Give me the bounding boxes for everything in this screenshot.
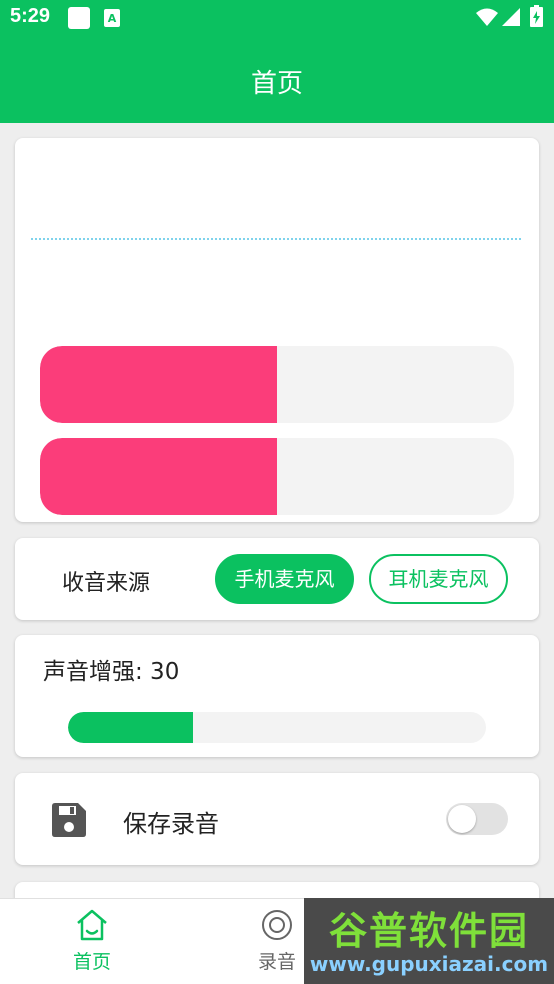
volume-boost-fill — [68, 712, 194, 743]
phone-mic-option[interactable]: 手机麦克风 — [215, 554, 354, 604]
status-time: 5:29 — [10, 5, 51, 27]
nav-record[interactable]: 录音 — [242, 909, 312, 974]
toggle-knob — [448, 805, 476, 833]
level-meter-right — [40, 438, 514, 515]
notification-square-icon — [68, 7, 90, 33]
watermark-logo: 谷普软件园 www.gupuxiazai.com — [304, 898, 554, 984]
watermark-url: www.gupuxiazai.com — [309, 952, 549, 976]
app-toolbar: 首页 — [0, 36, 554, 123]
waveform-line — [31, 238, 521, 240]
save-recording-toggle[interactable] — [446, 803, 508, 835]
level-meter-left — [40, 346, 514, 423]
watermark-title: 谷普软件园 — [328, 909, 529, 953]
audio-source-card: 收音来源 手机麦克风 耳机麦克风 — [15, 538, 539, 620]
battery-icon — [530, 5, 543, 31]
save-recording-card: 保存录音 — [15, 773, 539, 865]
nav-home[interactable]: 首页 — [57, 909, 127, 974]
keyboard-notification-icon: A — [104, 9, 120, 31]
audio-source-label: 收音来源 — [62, 571, 151, 596]
status-bar: 5:29 A — [0, 0, 554, 36]
volume-boost-slider[interactable] — [68, 712, 486, 743]
audio-visualizer-card — [15, 138, 539, 522]
svg-text:A: A — [108, 12, 117, 25]
volume-boost-card: 声音增强: 30 — [15, 635, 539, 757]
nav-home-label: 首页 — [72, 951, 111, 973]
home-icon — [75, 909, 109, 945]
level-meter-right-fill — [40, 438, 277, 515]
floppy-disk-icon — [52, 803, 86, 841]
record-icon — [260, 910, 294, 945]
wifi-icon — [476, 8, 498, 30]
signal-icon — [502, 8, 520, 30]
level-meter-left-fill — [40, 346, 277, 423]
save-recording-label: 保存录音 — [123, 810, 219, 838]
nav-record-label: 录音 — [257, 951, 296, 973]
headset-mic-option[interactable]: 耳机麦克风 — [369, 554, 508, 604]
volume-boost-label: 声音增强: 30 — [43, 659, 180, 685]
page-title: 首页 — [250, 69, 303, 99]
